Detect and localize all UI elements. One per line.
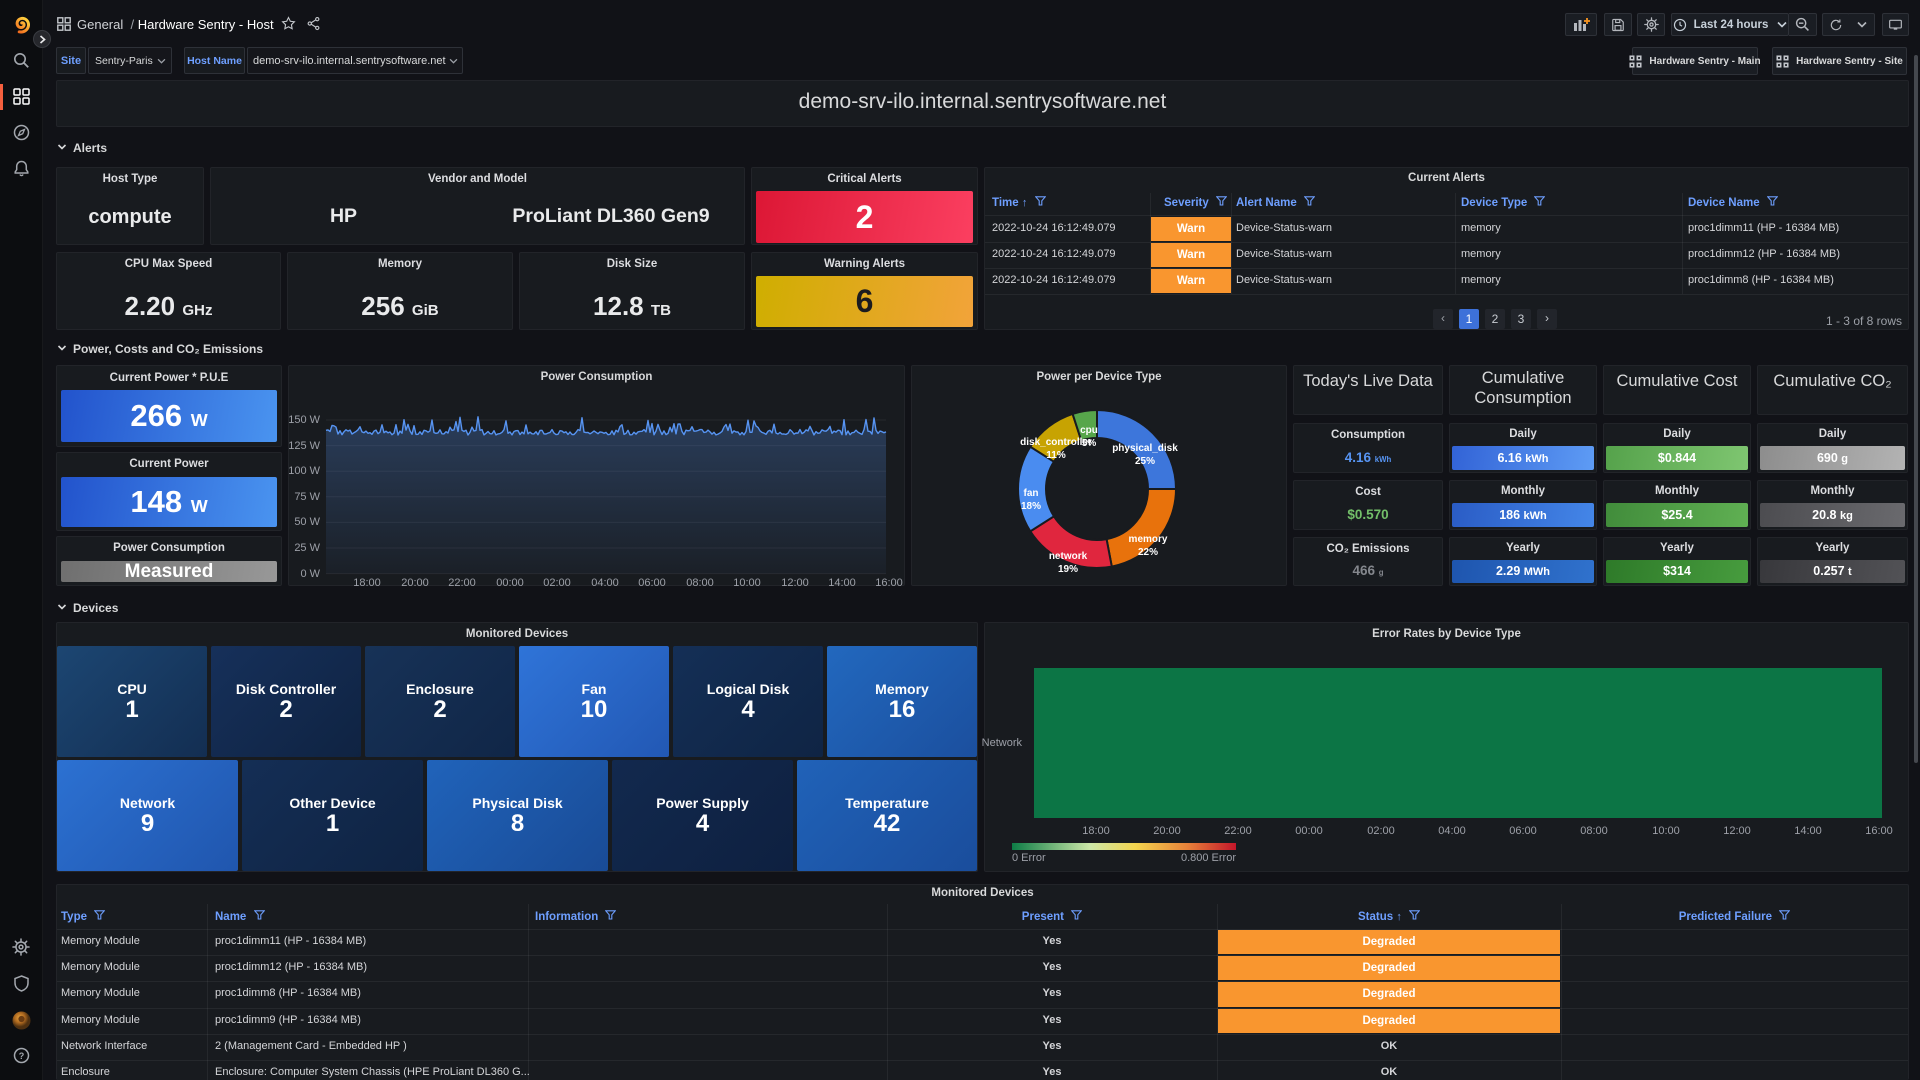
svg-text:?: ? bbox=[19, 1051, 25, 1061]
